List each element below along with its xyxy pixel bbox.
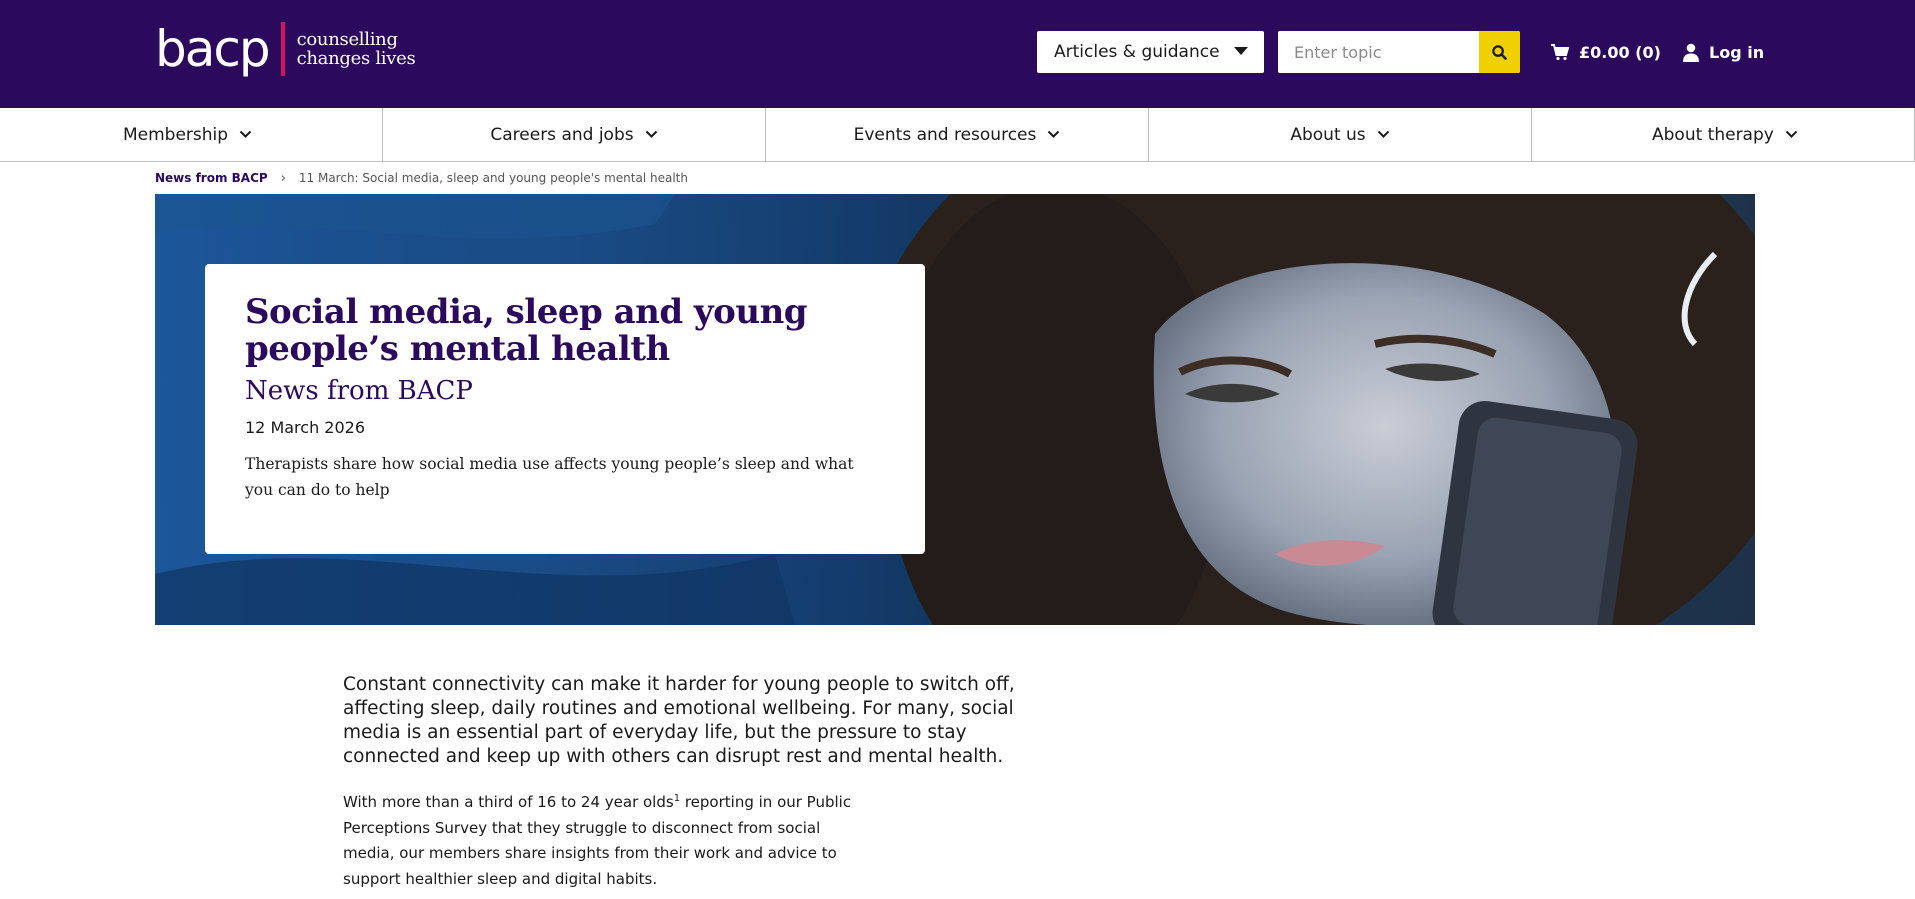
logo-tagline: counselling changes lives — [297, 30, 416, 68]
article-intro: Constant connectivity can make it harder… — [343, 674, 1015, 767]
chevron-down-icon — [645, 130, 658, 139]
chevron-down-icon — [1377, 130, 1390, 139]
logo-tagline-line-2: changes lives — [296, 48, 416, 69]
site-header: bacp counselling changes lives Articles … — [0, 0, 1915, 108]
nav-item-label: About therapy — [1652, 124, 1774, 145]
chevron-down-icon — [1785, 130, 1798, 139]
nav-item-membership[interactable]: Membership — [0, 108, 383, 161]
search-box — [1278, 31, 1520, 73]
breadcrumb: News from BACP › 11 March: Social media,… — [155, 169, 688, 187]
category-select-value: Articles & guidance — [1054, 42, 1220, 62]
nav-item-label: Careers and jobs — [490, 124, 634, 145]
nav-item-about-us[interactable]: About us — [1149, 108, 1532, 161]
basket-link[interactable]: £0.00 (0) — [1550, 40, 1661, 64]
logo-divider — [280, 22, 285, 76]
nav-item-label: About us — [1290, 124, 1366, 145]
search-icon — [1492, 44, 1507, 60]
nav-item-events[interactable]: Events and resources — [766, 108, 1149, 161]
hero-card: Social media, sleep and young people’s m… — [205, 264, 925, 554]
login-link[interactable]: Log in — [1682, 40, 1764, 64]
category-select[interactable]: Articles & guidance — [1037, 31, 1264, 73]
publish-date: 12 March 2026 — [245, 418, 366, 437]
nav-item-label: Events and resources — [853, 124, 1037, 145]
nav-item-about-therapy[interactable]: About therapy — [1532, 108, 1915, 161]
basket-total: £0.00 (0) — [1579, 42, 1661, 62]
search-button[interactable] — [1479, 31, 1520, 73]
breadcrumb-home-link[interactable]: News from BACP — [155, 171, 268, 185]
hero-banner: Social media, sleep and young people’s m… — [155, 194, 1755, 625]
search-input[interactable] — [1278, 31, 1479, 73]
breadcrumb-separator: › — [280, 170, 286, 186]
paragraph-text-start: With more than a third of 16 to 24 year … — [343, 793, 674, 811]
chevron-down-icon — [239, 130, 252, 139]
nav-item-careers[interactable]: Careers and jobs — [383, 108, 766, 161]
main-nav: Membership Careers and jobs Events and r… — [0, 108, 1915, 162]
logo-tagline-line-1: counselling — [296, 29, 398, 50]
shopping-cart-icon — [1551, 44, 1570, 61]
caret-down-icon — [1234, 47, 1248, 55]
bacp-logo[interactable]: bacp counselling changes lives — [155, 20, 416, 78]
page-subtitle: News from BACP — [245, 376, 473, 406]
breadcrumb-current: 11 March: Social media, sleep and young … — [298, 171, 688, 185]
article-paragraph: With more than a third of 16 to 24 year … — [343, 786, 863, 892]
user-icon — [1683, 43, 1699, 62]
hero-description: Therapists share how social media use af… — [245, 455, 854, 499]
login-label: Log in — [1709, 42, 1765, 62]
chevron-down-icon — [1047, 130, 1060, 139]
nav-item-label: Membership — [123, 124, 229, 145]
logo-wordmark: bacp — [155, 20, 271, 78]
page-title: Social media, sleep and young people’s m… — [245, 292, 808, 369]
